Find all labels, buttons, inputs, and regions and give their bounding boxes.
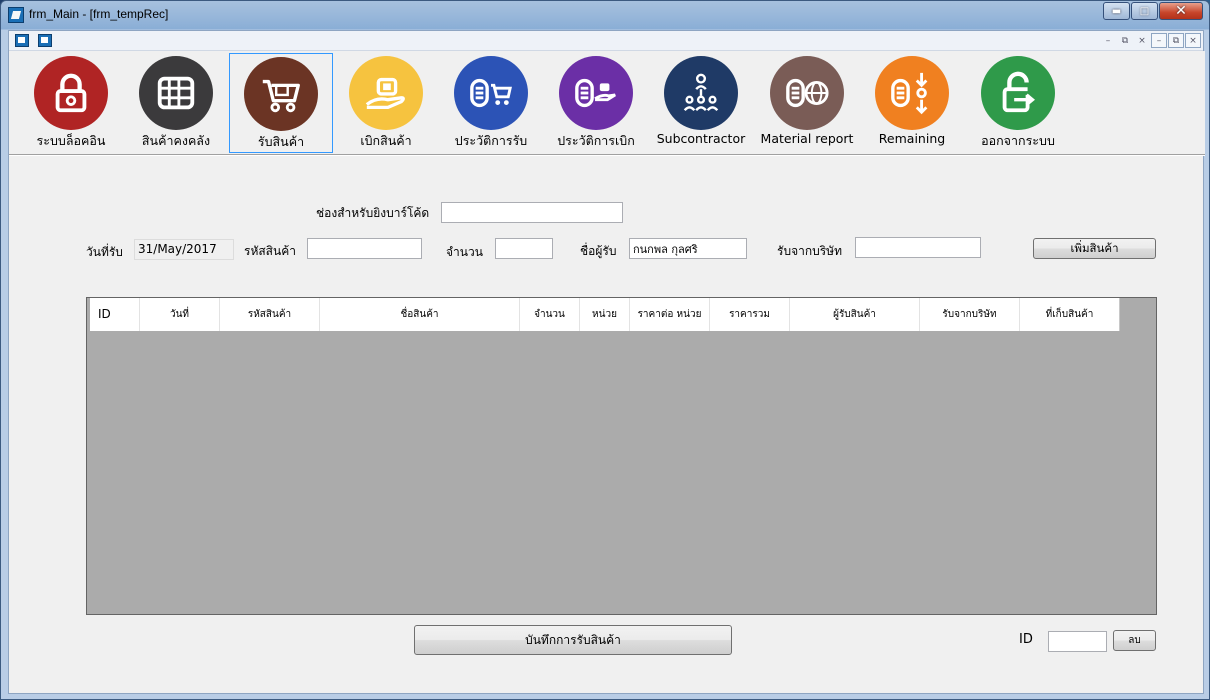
toolbar-label: Material report (760, 131, 854, 146)
delete-button[interactable]: ลบ (1113, 630, 1156, 651)
grid-column-header[interactable]: ราคารวม (710, 298, 790, 331)
grid-column-header[interactable]: รับจากบริษัท (920, 298, 1020, 331)
company-input[interactable] (855, 237, 981, 258)
add-product-button[interactable]: เพิ่มสินค้า (1033, 238, 1156, 259)
grid-header: ID วันที่ รหัสสินค้า ชื่อสินค้า จำนวน หน่วย รา… (90, 298, 1120, 331)
product-code-label: รหัสสินค้า (244, 244, 296, 258)
grid-header-corner (1142, 298, 1156, 331)
minimize-icon: ▬ (1111, 5, 1122, 17)
withdraw-history-icon (559, 56, 633, 130)
delete-id-input[interactable] (1048, 631, 1107, 652)
mdi-parent-icon[interactable] (15, 34, 29, 47)
save-receipt-button[interactable]: บันทึกการรับสินค้า (414, 625, 732, 655)
toolbar-button-logout-lock[interactable]: ระบบล็อคอิน (19, 53, 123, 153)
toolbar-button-withdraw-history[interactable]: ประวัติการเบิก (544, 53, 648, 153)
toolbar-button-receive[interactable]: รับสินค้า (229, 53, 333, 153)
app-icon (8, 7, 24, 23)
mdi-minimize-icon[interactable]: – (1151, 33, 1167, 48)
company-label: รับจากบริษัท (777, 244, 842, 258)
maximize-button[interactable]: □ (1131, 2, 1158, 20)
toolbar-label: ระบบล็อคอิน (36, 133, 106, 148)
toolbar-button-exit[interactable]: ออกจากระบบ (966, 53, 1070, 153)
mdi-restore-icon[interactable]: ⧉ (1168, 33, 1184, 48)
date-field[interactable]: 31/May/2017 (134, 239, 234, 260)
barcode-input[interactable] (441, 202, 623, 223)
receiver-input[interactable] (629, 238, 747, 259)
remaining-arrows-icon (875, 56, 949, 130)
mdi-child-close-icon[interactable]: × (1134, 33, 1150, 48)
grid-column-header[interactable]: ID (90, 298, 140, 331)
maximize-icon: □ (1139, 5, 1150, 17)
product-code-input[interactable] (307, 238, 422, 259)
mdi-child-minimize-icon[interactable]: – (1100, 33, 1116, 48)
date-label: วันที่รับ (86, 245, 123, 259)
grid-column-header[interactable]: ราคาต่อ หน่วย (630, 298, 710, 331)
minimize-button[interactable]: ▬ (1103, 2, 1130, 20)
toolbar-button-subcontractor[interactable]: Subcontractor (649, 53, 753, 153)
toolbar-button-withdraw[interactable]: เบิกสินค้า (334, 53, 438, 153)
quantity-input[interactable] (495, 238, 553, 259)
grid-column-header[interactable]: หน่วย (580, 298, 630, 331)
toolbar-label: เบิกสินค้า (360, 133, 412, 148)
id-label: ID (1019, 632, 1033, 647)
grid-column-header[interactable]: ผู้รับสินค้า (790, 298, 920, 331)
mdi-client: – ⧉ × – ⧉ × ระบบล็อคอิน สินค้าคงคลัง รับสิ… (8, 30, 1205, 694)
mdi-menu-strip: – ⧉ × – ⧉ × (9, 31, 1203, 51)
receive-history-icon (454, 56, 528, 130)
toolbar-button-material-report[interactable]: Material report (755, 53, 859, 153)
hand-package-icon (349, 56, 423, 130)
close-icon: ✕ (1175, 3, 1187, 19)
toolbar-button-receive-history[interactable]: ประวัติการรับ (439, 53, 543, 153)
received-items-grid[interactable]: ID วันที่ รหัสสินค้า ชื่อสินค้า จำนวน หน่วย รา… (86, 297, 1157, 615)
people-network-icon (664, 56, 738, 130)
main-window: frm_Main - [frm_tempRec] ▬ □ ✕ – ⧉ × – ⧉… (0, 0, 1210, 700)
unlock-exit-icon (981, 56, 1055, 130)
report-globe-icon (770, 56, 844, 130)
toolbar-label: Subcontractor (656, 131, 746, 146)
grid-column-header[interactable]: รหัสสินค้า (220, 298, 320, 331)
toolbar-button-inventory[interactable]: สินค้าคงคลัง (124, 53, 228, 153)
close-button[interactable]: ✕ (1159, 2, 1203, 20)
warehouse-icon (139, 56, 213, 130)
title-bar[interactable]: frm_Main - [frm_tempRec] ▬ □ ✕ (1, 1, 1209, 29)
mdi-child-icon[interactable] (38, 34, 52, 47)
toolbar-label: สินค้าคงคลัง (141, 133, 211, 148)
toolbar-label: ประวัติการเบิก (557, 133, 635, 148)
shopping-cart-icon (244, 57, 318, 131)
grid-column-header[interactable]: วันที่ (140, 298, 220, 331)
mdi-child-restore-icon[interactable]: ⧉ (1117, 33, 1133, 48)
mdi-close-icon[interactable]: × (1185, 33, 1201, 48)
quantity-label: จำนวน (446, 245, 483, 259)
toolbar-label: รับสินค้า (257, 134, 305, 149)
toolbar-label: ประวัติการรับ (454, 133, 528, 148)
toolbar-label: Remaining (878, 131, 946, 146)
receiver-label: ชื่อผู้รับ (580, 244, 617, 258)
grid-column-header[interactable]: จำนวน (520, 298, 580, 331)
grid-column-header[interactable]: ที่เก็บสินค้า (1020, 298, 1120, 331)
window-title: frm_Main - [frm_tempRec] (29, 7, 169, 21)
main-toolbar: ระบบล็อคอิน สินค้าคงคลัง รับสินค้า เบิกสินค… (9, 51, 1205, 155)
grid-column-header[interactable]: ชื่อสินค้า (320, 298, 520, 331)
barcode-label: ช่องสำหรับยิงบาร์โค้ด (316, 206, 430, 220)
toolbar-button-remaining[interactable]: Remaining (860, 53, 964, 153)
toolbar-label: ออกจากระบบ (981, 133, 1055, 148)
padlock-icon (34, 56, 108, 130)
